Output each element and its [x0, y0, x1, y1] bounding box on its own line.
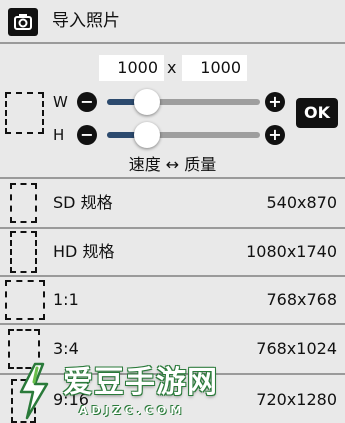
ratio-preview-icon [10, 183, 37, 223]
preset-value: 768x1024 [256, 339, 337, 358]
height-slider-label: H [53, 126, 65, 144]
height-minus-button[interactable]: − [77, 125, 97, 145]
height-slider[interactable] [107, 132, 260, 138]
preset-row-sd[interactable]: SD 规格 540x870 [0, 179, 345, 227]
watermark-text: 爱豆手游网 [63, 365, 218, 400]
header: 导入照片 [0, 0, 345, 42]
height-plus-button[interactable]: + [265, 125, 285, 145]
width-slider[interactable] [107, 99, 260, 105]
preset-label: 1:1 [53, 290, 79, 309]
size-separator: x [167, 58, 177, 77]
width-minus-button[interactable]: − [77, 92, 97, 112]
site-watermark: 爱豆手游网 ADJZC.COM [13, 362, 273, 422]
speed-quality-label: 速度 ↔ 质量 [128, 155, 217, 174]
ok-button[interactable]: OK [296, 98, 338, 128]
custom-ratio-preview [5, 92, 44, 134]
preset-row-hd[interactable]: HD 规格 1080x1740 [0, 229, 345, 275]
ratio-preview-icon [5, 280, 45, 320]
lightning-logo-icon [19, 362, 49, 420]
preset-label: HD 规格 [53, 242, 115, 261]
preset-label: 3:4 [53, 339, 79, 358]
ratio-preview-icon [10, 231, 37, 273]
height-input[interactable]: 1000 [182, 55, 247, 81]
preset-label: SD 规格 [53, 193, 113, 212]
height-slider-thumb[interactable] [133, 122, 160, 148]
width-input[interactable]: 1000 [99, 55, 164, 81]
camera-icon[interactable] [8, 8, 38, 36]
page-title: 导入照片 [52, 11, 120, 31]
width-slider-label: W [53, 93, 68, 111]
width-plus-button[interactable]: + [265, 92, 285, 112]
watermark-url: ADJZC.COM [79, 404, 186, 417]
divider [0, 42, 345, 44]
preset-row-1-1[interactable]: 1:1 768x768 [0, 277, 345, 323]
preset-value: 768x768 [266, 290, 337, 309]
preset-value: 540x870 [266, 193, 337, 212]
width-slider-thumb[interactable] [133, 89, 160, 115]
preset-value: 1080x1740 [246, 242, 337, 261]
